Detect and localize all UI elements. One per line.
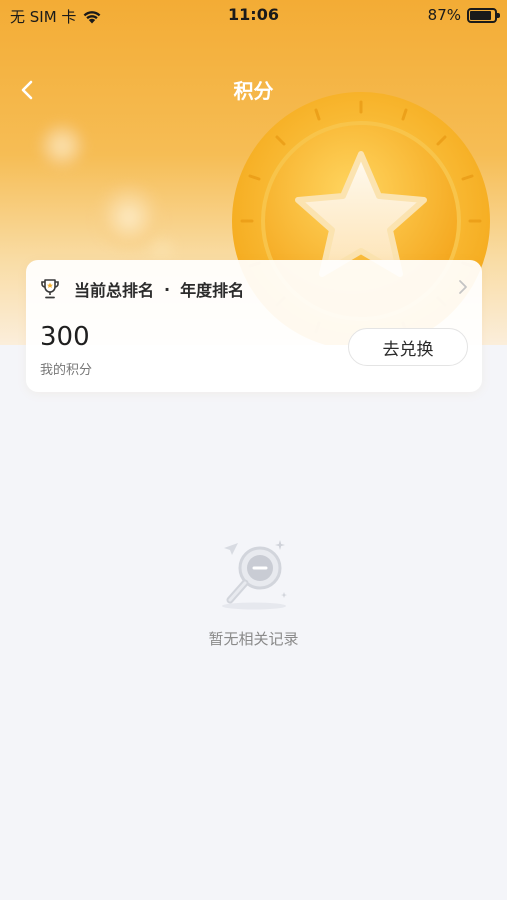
trophy-icon	[41, 279, 59, 299]
battery-icon	[467, 7, 500, 23]
battery-level	[470, 10, 491, 20]
bokeh-decoration	[98, 186, 160, 248]
chevron-right-icon	[459, 280, 467, 294]
bokeh-decoration	[150, 238, 174, 262]
rank-separator: ·	[164, 279, 171, 299]
total-ranking-label: 当前总排名	[74, 281, 155, 300]
status-bar: 无 SIM 卡 11:06 87%	[0, 0, 507, 30]
bokeh-decoration	[40, 124, 84, 168]
ranking-row[interactable]: 当前总排名 · 年度排名	[38, 276, 470, 302]
magnifier-empty-icon	[222, 540, 287, 610]
points-label: 我的积分	[40, 363, 93, 378]
points-card: 当前总排名 · 年度排名 300 我的积分 去兑换	[26, 260, 482, 392]
page-title: 积分	[233, 79, 274, 103]
points-value: 300	[40, 322, 90, 352]
empty-state-text: 暂无相关记录	[208, 630, 299, 648]
redeem-button[interactable]: 去兑换	[348, 328, 468, 366]
annual-ranking-label: 年度排名	[180, 281, 245, 300]
battery-percent: 87%	[427, 6, 461, 24]
